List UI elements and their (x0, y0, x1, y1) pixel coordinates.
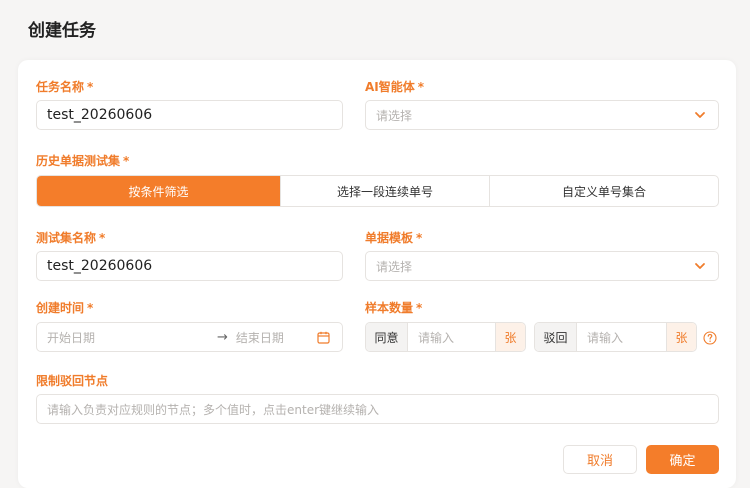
reject-unit: 张 (666, 323, 696, 351)
cancel-button[interactable]: 取消 (563, 445, 637, 474)
chevron-down-icon (695, 112, 705, 118)
doc-template-label: 单据模板 * (365, 231, 423, 245)
create-time-label: 创建时间 * (36, 301, 94, 315)
reject-count-input[interactable]: 请输入 (577, 323, 666, 351)
question-circle-icon[interactable] (703, 331, 717, 345)
tab-continuous-numbers[interactable]: 选择一段连续单号 (281, 176, 490, 206)
testset-name-value: test_20260606 (47, 258, 153, 274)
doc-template-select[interactable]: 请选择 (365, 251, 719, 281)
approve-count-group: 同意 请输入 张 (365, 322, 526, 352)
sample-count-label: 样本数量 * (365, 301, 423, 315)
history-set-segmented: 按条件筛选 选择一段连续单号 自定义单号集合 (36, 175, 719, 207)
task-name-input[interactable]: test_20260606 (36, 100, 343, 130)
task-name-label: 任务名称 * (36, 80, 94, 94)
reject-count-group: 驳回 请输入 张 (534, 322, 697, 352)
reject-prefix: 驳回 (535, 323, 577, 351)
doc-template-placeholder: 请选择 (376, 259, 413, 274)
approve-unit: 张 (495, 323, 525, 351)
end-date-input[interactable]: 结束日期 (236, 329, 284, 346)
task-name-value: test_20260606 (47, 107, 153, 123)
calendar-icon (317, 331, 330, 344)
ai-agent-label: AI智能体 * (365, 80, 425, 94)
testset-name-label: 测试集名称 * (36, 231, 106, 245)
approve-count-input[interactable]: 请输入 (408, 323, 495, 351)
confirm-button[interactable]: 确定 (646, 445, 719, 474)
page-title: 创建任务 (28, 21, 96, 41)
history-set-label: 历史单据测试集 * (36, 154, 130, 168)
ai-agent-placeholder: 请选择 (376, 108, 413, 123)
limit-reject-nodes-label: 限制驳回节点 (36, 374, 109, 388)
ai-agent-select[interactable]: 请选择 (365, 100, 719, 130)
start-date-input[interactable]: 开始日期 (47, 329, 209, 346)
testset-name-input[interactable]: test_20260606 (36, 251, 343, 281)
arrow-right-icon: → (217, 329, 228, 345)
limit-reject-nodes-input[interactable]: 请输入负责对应规则的节点；多个值时，点击enter键继续输入 (36, 394, 719, 424)
approve-prefix: 同意 (366, 323, 408, 351)
chevron-down-icon (695, 263, 705, 269)
tab-filter-by-condition[interactable]: 按条件筛选 (37, 176, 281, 206)
tab-custom-number-set[interactable]: 自定义单号集合 (490, 176, 718, 206)
date-range-picker[interactable]: 开始日期 → 结束日期 (36, 322, 343, 352)
limit-reject-nodes-placeholder: 请输入负责对应规则的节点；多个值时，点击enter键继续输入 (47, 402, 380, 417)
